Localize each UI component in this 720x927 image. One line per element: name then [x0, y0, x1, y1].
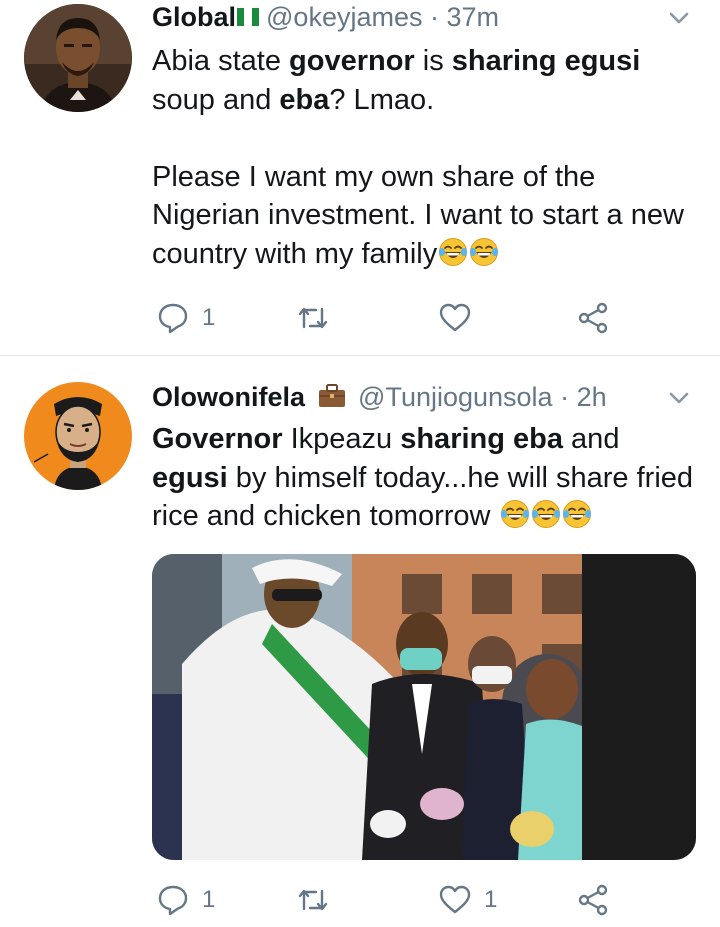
reply-icon — [158, 885, 188, 916]
share-button[interactable] — [576, 880, 610, 920]
retweet-button[interactable] — [296, 880, 342, 920]
like-count: 1 — [484, 886, 498, 913]
tweet-header: Global @okeyjames · 37m — [152, 1, 700, 33]
tweet-actions: 1 — [152, 298, 622, 338]
tears-of-joy-icon — [562, 499, 592, 529]
tears-of-joy-icon — [469, 237, 499, 267]
display-name[interactable]: Global — [152, 2, 236, 32]
reply-button[interactable]: 1 — [156, 298, 215, 338]
reply-button[interactable]: 1 — [156, 880, 215, 920]
briefcase-icon — [318, 384, 345, 407]
like-button[interactable] — [438, 298, 484, 338]
tweet-actions: 1 1 — [152, 880, 622, 920]
tweet-paragraph-1: Governor Ikpeazu sharing eba and egusi b… — [152, 423, 694, 532]
emoji-row — [499, 500, 592, 532]
tweet-2[interactable]: Olowonifela @Tunjiogunsola · 2h Governor… — [0, 356, 720, 927]
chevron-down-icon[interactable] — [666, 5, 692, 31]
nigeria-flag-icon — [237, 8, 260, 26]
tweet-paragraph-2: Please I want my own share of the Nigeri… — [152, 160, 684, 270]
like-button[interactable]: 1 — [438, 880, 497, 920]
reply-count: 1 — [202, 886, 216, 913]
timestamp[interactable]: · 37m — [430, 2, 499, 32]
avatar[interactable] — [24, 382, 132, 490]
share-icon — [578, 302, 608, 334]
timestamp[interactable]: · 2h — [560, 382, 607, 412]
tweet-header: Olowonifela @Tunjiogunsola · 2h — [152, 381, 700, 413]
tweet-photo[interactable] — [152, 554, 696, 860]
retweet-icon — [298, 307, 328, 329]
tears-of-joy-icon — [531, 499, 561, 529]
chevron-down-icon[interactable] — [666, 385, 692, 411]
reply-icon — [158, 303, 188, 334]
emoji-row — [437, 237, 499, 270]
tweet-1[interactable]: Global @okeyjames · 37m Abia state govern… — [0, 0, 720, 355]
heart-icon — [439, 885, 471, 914]
avatar[interactable] — [24, 4, 132, 112]
handle[interactable]: @okeyjames — [266, 2, 422, 32]
share-button[interactable] — [576, 298, 610, 338]
share-icon — [578, 884, 608, 916]
handle[interactable]: @Tunjiogunsola — [358, 382, 553, 412]
tweet-paragraph-1: Abia state governor is sharing egusi sou… — [152, 45, 641, 116]
retweet-icon — [298, 889, 328, 911]
display-name[interactable]: Olowonifela — [152, 382, 305, 412]
tears-of-joy-icon — [438, 237, 468, 267]
retweet-button[interactable] — [296, 298, 342, 338]
reply-count: 1 — [202, 304, 216, 331]
tweet-text: Abia state governor is sharing egusi sou… — [152, 42, 702, 273]
heart-icon — [439, 303, 471, 332]
tears-of-joy-icon — [500, 499, 530, 529]
tweet-text: Governor Ikpeazu sharing eba and egusi b… — [152, 420, 702, 536]
